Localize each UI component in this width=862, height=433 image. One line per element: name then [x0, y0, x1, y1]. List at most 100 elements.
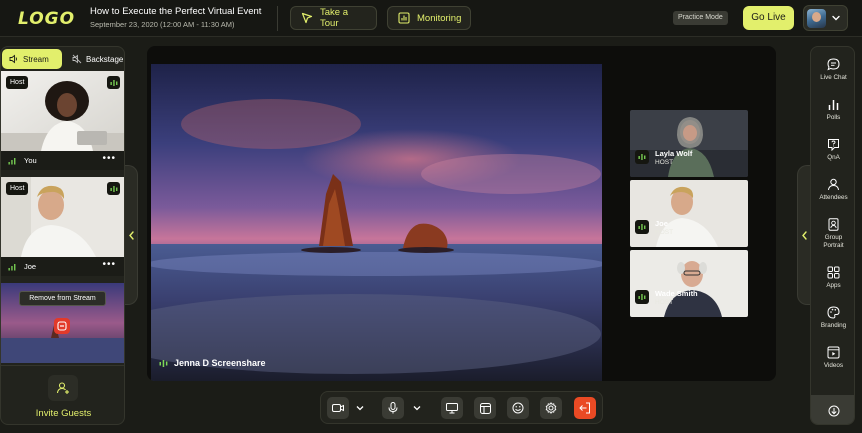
practice-mode-badge: Practice Mode [673, 11, 728, 25]
settings-button[interactable] [540, 397, 562, 419]
participant-bar: You ••• [1, 151, 124, 170]
audio-level-icon [635, 220, 649, 234]
audio-level-icon [107, 76, 120, 89]
participant-name: Joe [655, 219, 668, 228]
layout-icon [479, 402, 491, 414]
sidebar-item-label: Group Portrait [823, 234, 844, 249]
sidebar-item-label: Videos [823, 362, 844, 369]
signal-icon [8, 157, 16, 165]
portrait-icon [827, 218, 840, 231]
sidebar-item-polls[interactable]: Polls [811, 98, 854, 122]
exit-icon [579, 402, 591, 414]
remove-from-stream-tooltip: Remove from Stream [19, 291, 106, 306]
main-stage: Jenna D Screenshare Layla Wolf HOST Joe … [147, 46, 776, 381]
leave-button[interactable] [574, 397, 596, 419]
chevron-down-icon [831, 13, 841, 23]
go-live-button[interactable]: Go Live [743, 6, 794, 30]
sidebar-item-videos[interactable]: Videos [811, 346, 854, 370]
microphone-button[interactable] [382, 397, 404, 419]
monitoring-button[interactable]: Monitoring [387, 6, 471, 30]
chevron-left-icon [128, 230, 135, 240]
collapse-right-panel-button[interactable] [797, 165, 810, 305]
stage-participant-tile[interactable]: Joe HOST [630, 180, 748, 247]
gear-icon [545, 402, 557, 414]
top-header: LOGO How to Execute the Perfect Virtual … [0, 0, 862, 37]
avatar [807, 8, 826, 28]
participant-name: Layla Wolf [655, 149, 693, 158]
take-tour-label: Take a Tour [320, 7, 348, 29]
sidebar-item-apps[interactable]: Apps [811, 266, 854, 290]
arrow-down-circle-icon [828, 405, 840, 417]
remove-from-stream-button[interactable] [54, 318, 70, 334]
share-screen-button[interactable] [441, 397, 463, 419]
sidebar-item-attendees[interactable]: Attendees [811, 178, 854, 202]
participant-name: Joe [24, 262, 37, 271]
sidebar-item-label: QnA [827, 154, 840, 161]
stage-participant-tile[interactable]: Layla Wolf HOST [630, 110, 748, 177]
sidebar-item-label: Live Chat [820, 74, 847, 81]
sidebar-item-group-portrait[interactable]: Group Portrait [811, 218, 854, 249]
participant-name: You [24, 156, 37, 165]
more-options-button[interactable]: ••• [102, 260, 116, 270]
collapse-left-panel-button[interactable] [125, 165, 138, 305]
microphone-options-button[interactable] [412, 402, 422, 414]
audio-level-icon [635, 290, 649, 304]
participant-bar: Joe ••• [1, 257, 124, 276]
tab-stream[interactable]: Stream [2, 49, 62, 69]
host-tag: Host [6, 76, 29, 89]
speaker-icon [9, 54, 19, 64]
sidebar-item-label: Polls [826, 114, 841, 121]
layout-button[interactable] [474, 397, 496, 419]
camera-button[interactable] [327, 397, 349, 419]
more-options-button[interactable]: ••• [102, 154, 116, 164]
user-menu[interactable] [803, 5, 848, 31]
participant-role: HOST [655, 159, 674, 166]
qna-icon [827, 138, 840, 151]
invite-guests-button[interactable] [48, 375, 78, 401]
camera-options-button[interactable] [355, 402, 365, 414]
right-sidebar: Live Chat Polls QnA Attendees Group Port… [810, 46, 855, 425]
invite-guests-label[interactable]: Invite Guests [1, 408, 124, 419]
minus-square-icon [57, 321, 67, 331]
monitor-icon [446, 402, 458, 414]
scroll-down-button[interactable] [811, 395, 854, 424]
logo: LOGO [18, 9, 76, 29]
sidebar-item-live-chat[interactable]: Live Chat [811, 58, 854, 82]
polls-icon [827, 98, 840, 111]
header-divider [277, 6, 278, 31]
participant-tile-joe[interactable]: Host Joe ••• [1, 177, 124, 277]
screenshare-name: Jenna D Screenshare [174, 358, 266, 368]
cursor-pointer-icon [301, 12, 313, 24]
chevron-down-icon [413, 405, 421, 411]
monitoring-label: Monitoring [417, 12, 462, 24]
stage-participant-tile[interactable]: Wade Smith HOST [630, 250, 748, 317]
reactions-button[interactable] [507, 397, 529, 419]
screenshare-label: Jenna D Screenshare [159, 358, 266, 368]
tab-stream-label: Stream [23, 54, 49, 64]
control-toolbar [320, 391, 603, 424]
palette-icon [827, 306, 840, 319]
signal-icon [8, 263, 16, 271]
screenshare-video [151, 64, 602, 381]
apps-icon [827, 266, 840, 279]
bar-chart-icon [398, 12, 410, 24]
chevron-left-icon [801, 230, 808, 240]
sidebar-item-label: Branding [820, 322, 847, 329]
event-date: September 23, 2020 (12:00 AM - 11:30 AM) [90, 20, 235, 29]
take-tour-button[interactable]: Take a Tour [290, 6, 377, 30]
camera-icon [332, 403, 344, 413]
invite-guests-section: Invite Guests [1, 365, 124, 424]
sidebar-item-qna[interactable]: QnA [811, 138, 854, 162]
video-icon [827, 346, 840, 359]
stream-tabs: Stream Backstage [1, 49, 124, 69]
chevron-down-icon [356, 405, 364, 411]
participant-tile-you[interactable]: Host You ••• [1, 71, 124, 171]
tab-backstage[interactable]: Backstage [65, 49, 124, 69]
sidebar-item-branding[interactable]: Branding [811, 306, 854, 330]
add-user-icon [56, 381, 70, 395]
participant-role: HOST [655, 229, 674, 236]
audio-level-icon [635, 150, 649, 164]
smiley-icon [512, 402, 524, 414]
sidebar-item-label: Apps [826, 282, 841, 289]
mute-speaker-icon [72, 54, 82, 64]
